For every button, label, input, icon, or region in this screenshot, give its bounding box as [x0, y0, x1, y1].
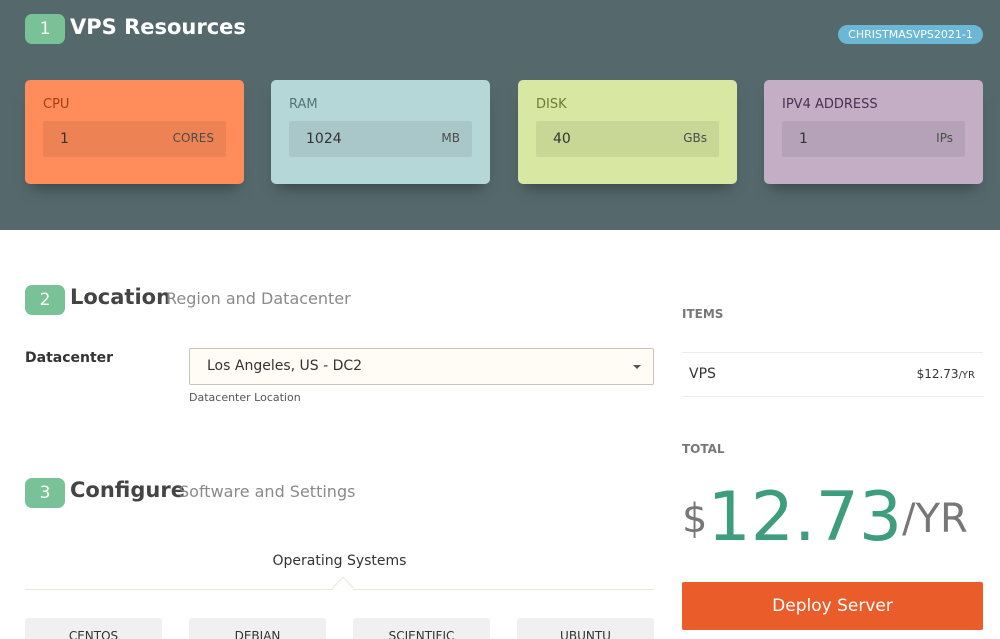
disk-value: 40 — [553, 131, 571, 147]
cpu-value: 1 — [60, 131, 69, 147]
os-option-label: CENTOS — [68, 629, 119, 639]
cpu-label: CPU — [43, 97, 70, 112]
tab-pointer — [331, 576, 355, 600]
ipv4-label: IPV4 ADDRESS — [782, 97, 878, 112]
ipv4-value: 1 — [799, 131, 808, 147]
ram-card: RAM 1024 MB — [271, 80, 490, 184]
promo-code-badge[interactable]: CHRISTMASVPS2021-1 — [838, 25, 983, 44]
divider — [682, 396, 983, 397]
summary-item-period: /YR — [958, 370, 975, 381]
items-heading: ITEMS — [682, 307, 724, 321]
ram-value: 1024 — [306, 131, 342, 147]
total-heading: TOTAL — [682, 442, 725, 456]
total-period: /YR — [902, 496, 968, 542]
disk-unit: GBs — [683, 131, 707, 145]
cpu-card: CPU 1 CORES — [25, 80, 244, 184]
step-number-badge: 1 — [25, 14, 65, 44]
total-amount: 12.73 — [707, 478, 903, 557]
ipv4-unit: IPs — [936, 131, 953, 145]
step-number-badge: 3 — [25, 478, 65, 508]
configure-subtitle: Software and Settings — [179, 482, 356, 501]
disk-card: DISK 40 GBs — [518, 80, 737, 184]
disk-label: DISK — [536, 97, 567, 112]
os-option-scientific[interactable]: SCIENTIFIC — [353, 618, 490, 639]
disk-input[interactable]: 40 GBs — [536, 121, 719, 157]
ipv4-card: IPV4 ADDRESS 1 IPs — [764, 80, 983, 184]
os-tab-heading[interactable]: Operating Systems — [25, 553, 654, 569]
datacenter-label: Datacenter — [25, 350, 114, 366]
resources-title: VPS Resources — [70, 15, 246, 39]
summary-item-name: VPS — [689, 366, 716, 382]
cpu-unit: CORES — [172, 131, 214, 145]
ipv4-input[interactable]: 1 IPs — [782, 121, 965, 157]
location-subtitle: Region and Datacenter — [166, 289, 351, 308]
caret-down-icon — [633, 365, 641, 369]
os-option-label: DEBIAN — [234, 629, 281, 639]
ram-unit: MB — [441, 131, 460, 145]
total-price: $12.73/YR — [682, 478, 968, 558]
datacenter-help-text: Datacenter Location — [189, 391, 301, 404]
datacenter-selected-value: Los Angeles, US - DC2 — [207, 358, 363, 374]
configure-title: Configure — [70, 478, 185, 502]
ram-label: RAM — [289, 97, 318, 112]
os-option-debian[interactable]: DEBIAN — [189, 618, 326, 639]
resources-header: 1 VPS Resources CHRISTMASVPS2021-1 CPU 1… — [0, 0, 1000, 230]
os-option-centos[interactable]: CENTOS — [25, 618, 162, 639]
os-option-label: UBUNTU — [560, 629, 611, 639]
location-title: Location — [70, 285, 172, 309]
ram-input[interactable]: 1024 MB — [289, 121, 472, 157]
step-number-badge: 2 — [25, 285, 65, 315]
deploy-server-button[interactable]: Deploy Server — [682, 582, 983, 630]
datacenter-select[interactable]: Los Angeles, US - DC2 — [189, 348, 654, 385]
summary-item-price: $12.73/YR — [917, 367, 975, 381]
divider — [682, 352, 983, 353]
summary-item-amount: $12.73 — [916, 367, 959, 381]
os-option-ubuntu[interactable]: UBUNTU — [517, 618, 654, 639]
os-option-label: SCIENTIFIC — [388, 629, 455, 639]
cpu-input[interactable]: 1 CORES — [43, 121, 226, 157]
total-currency: $ — [682, 496, 708, 542]
